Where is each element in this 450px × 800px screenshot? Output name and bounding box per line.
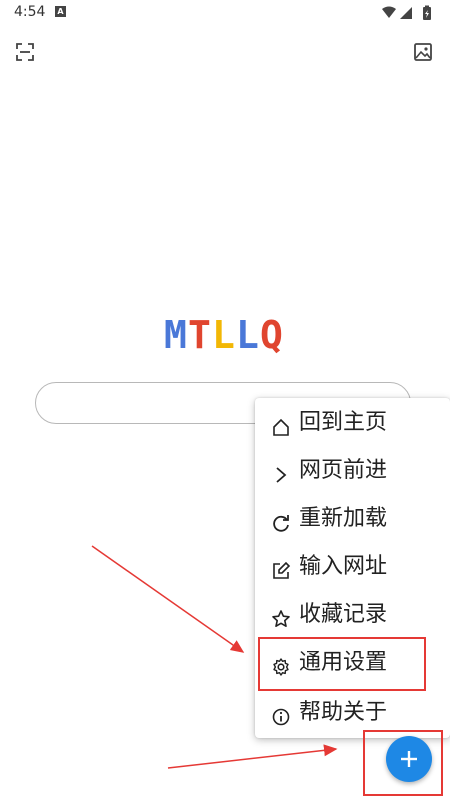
menu-item-label: 重新加载 <box>299 506 388 531</box>
menu-item-reload[interactable]: 重新加载 <box>255 496 450 540</box>
reload-icon <box>273 515 289 532</box>
plus-icon <box>401 751 417 767</box>
menu-item-enter-url[interactable]: 输入网址 <box>255 544 450 588</box>
settings-highlight-box <box>258 637 426 691</box>
menu-item-label: 回到主页 <box>299 410 388 435</box>
info-icon <box>272 708 290 726</box>
arrow-to-fab <box>167 744 338 769</box>
star-icon <box>272 610 290 627</box>
menu-item-label: 收藏记录 <box>299 602 388 627</box>
menu-item-label: 帮助关于 <box>299 700 388 725</box>
home-icon <box>273 418 289 436</box>
add-fab-button[interactable] <box>386 736 432 782</box>
arrow-to-settings <box>91 545 245 653</box>
menu-item-help[interactable]: 帮助关于 <box>255 690 450 734</box>
menu-item-forward[interactable]: 网页前进 <box>255 448 450 492</box>
menu-item-label: 网页前进 <box>299 458 388 483</box>
menu-item-label: 输入网址 <box>299 554 388 579</box>
menu-item-bookmarks[interactable]: 收藏记录 <box>255 592 450 636</box>
chevron-right-icon <box>276 467 287 483</box>
edit-icon <box>273 561 291 579</box>
menu-item-home[interactable]: 回到主页 <box>255 400 450 444</box>
